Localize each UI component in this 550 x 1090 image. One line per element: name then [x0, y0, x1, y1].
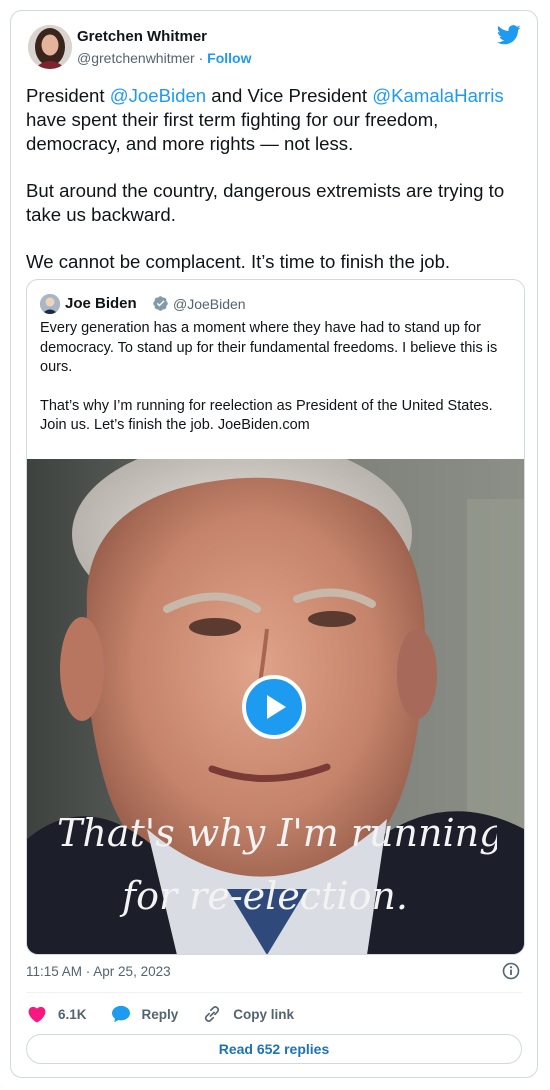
- author-name[interactable]: Gretchen Whitmer: [77, 28, 207, 45]
- video-caption: That's why I'm running for re-election.: [57, 811, 497, 918]
- body-text-span: have spent their first term fighting for…: [26, 109, 439, 154]
- quoted-author-avatar[interactable]: [40, 294, 60, 314]
- divider: [26, 992, 522, 993]
- caption-line-2: for re-election.: [119, 874, 408, 918]
- quoted-author-handle[interactable]: @JoeBiden: [173, 296, 246, 312]
- mention-joebiden-link[interactable]: @JoeBiden: [110, 85, 206, 106]
- mention-kamalaharris-link[interactable]: @KamalaHarris: [372, 85, 504, 106]
- reply-bubble-icon: [111, 1005, 130, 1023]
- quoted-paragraph-1: Every generation has a moment where they…: [40, 320, 498, 375]
- quoted-author-name[interactable]: Joe Biden: [65, 295, 137, 312]
- copy-link-label: Copy link: [233, 1006, 295, 1022]
- quoted-tweet-body: Every generation has a moment where they…: [40, 319, 512, 455]
- tweet-paragraph-3: We cannot be complacent. It’s time to fi…: [26, 251, 451, 272]
- tweet-card: Gretchen Whitmer @gretchenwhitmer · Foll…: [10, 10, 538, 1078]
- author-meta: @gretchenwhitmer · Follow: [77, 50, 251, 66]
- meta-separator: ·: [194, 50, 208, 66]
- tweet-paragraph-1: President @JoeBiden and Vice President @…: [26, 84, 526, 156]
- quoted-tweet[interactable]: Joe Biden @JoeBiden Every generation has…: [26, 279, 525, 955]
- caption-line-1: That's why I'm running: [57, 811, 497, 855]
- video-player[interactable]: That's why I'm running for re-election.: [27, 459, 524, 954]
- tweet-timestamp[interactable]: 11:15 AM · Apr 25, 2023: [26, 964, 171, 979]
- tweet-body: President @JoeBiden and Vice President @…: [26, 84, 526, 297]
- author-handle[interactable]: @gretchenwhitmer: [77, 50, 195, 66]
- action-bar: 6.1K Reply Copy link: [27, 1003, 318, 1025]
- link-icon: [205, 1006, 220, 1022]
- play-icon: [267, 695, 286, 719]
- follow-button[interactable]: Follow: [207, 50, 251, 66]
- copy-link-button[interactable]: Copy link: [202, 1005, 294, 1023]
- reply-button[interactable]: Reply: [111, 1005, 179, 1023]
- body-text-span: President: [26, 85, 110, 106]
- info-icon[interactable]: [502, 962, 520, 980]
- twitter-bird-icon[interactable]: [497, 25, 521, 45]
- tweet-paragraph-2: But around the country, dangerous extrem…: [26, 180, 505, 225]
- quoted-paragraph-2: That’s why I’m running for reelection as…: [40, 397, 493, 434]
- reply-label: Reply: [141, 1006, 179, 1022]
- body-text-span: and Vice President: [206, 85, 373, 106]
- read-replies-button[interactable]: Read 652 replies: [26, 1034, 522, 1064]
- heart-icon: [28, 1006, 46, 1023]
- verified-badge-icon: [153, 296, 168, 311]
- like-count: 6.1K: [58, 1006, 87, 1022]
- like-button[interactable]: 6.1K: [27, 1005, 87, 1023]
- author-avatar[interactable]: [28, 25, 72, 69]
- play-button[interactable]: [242, 675, 306, 739]
